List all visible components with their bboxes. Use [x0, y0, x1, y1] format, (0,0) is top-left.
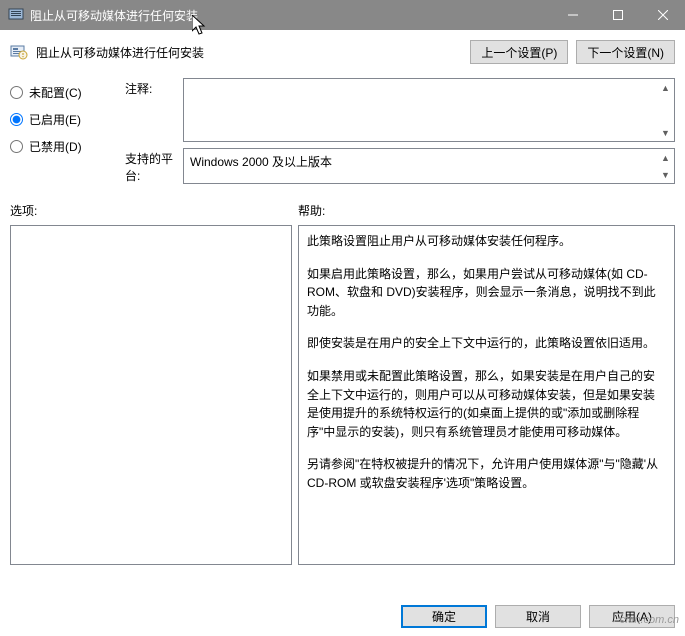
right-column: 注释: ▲ ▼ 支持的平台: Windows 2000 及以上版本 ▲ ▼: [125, 74, 675, 184]
minimize-button[interactable]: [550, 0, 595, 30]
help-label: 帮助:: [298, 202, 325, 219]
supported-value: Windows 2000 及以上版本: [190, 155, 332, 169]
prev-setting-button[interactable]: 上一个设置(P): [470, 40, 568, 64]
mid-labels: 选项: 帮助:: [0, 184, 685, 223]
help-p4: 如果禁用或未配置此策略设置，那么，如果安装是在用户自己的安全上下文中运行的，则用…: [307, 367, 666, 441]
help-p2: 如果启用此策略设置，那么，如果用户尝试从可移动媒体(如 CD-ROM、软盘和 D…: [307, 265, 666, 321]
cancel-button[interactable]: 取消: [495, 605, 581, 628]
options-label: 选项:: [10, 202, 298, 219]
supported-row: 支持的平台: Windows 2000 及以上版本 ▲ ▼: [125, 148, 675, 184]
help-pane[interactable]: 此策略设置阻止用户从可移动媒体安装任何程序。 如果启用此策略设置，那么，如果用户…: [298, 225, 675, 565]
policy-icon: [10, 43, 28, 61]
supported-value-box: Windows 2000 及以上版本 ▲ ▼: [183, 148, 675, 184]
help-p3: 即使安装是在用户的安全上下文中运行的，此策略设置依旧适用。: [307, 334, 666, 353]
policy-name: 阻止从可移动媒体进行任何安装: [36, 44, 470, 61]
window-title: 阻止从可移动媒体进行任何安装: [30, 7, 550, 24]
radio-disabled[interactable]: 已禁用(D): [10, 138, 125, 155]
next-setting-button[interactable]: 下一个设置(N): [576, 40, 675, 64]
scroll-up-icon[interactable]: ▲: [657, 149, 674, 166]
radio-not-configured-label: 未配置(C): [29, 84, 82, 101]
radio-not-configured-input[interactable]: [10, 86, 23, 99]
app-icon: [8, 7, 24, 23]
help-p5: 另请参阅"在特权被提升的情况下，允许用户使用媒体源"与"隐藏'从 CD-ROM …: [307, 455, 666, 492]
upper-section: 未配置(C) 已启用(E) 已禁用(D) 注释: ▲ ▼ 支持的平台:: [0, 68, 685, 184]
header-row: 阻止从可移动媒体进行任何安装 上一个设置(P) 下一个设置(N): [0, 30, 685, 68]
window-controls: [550, 0, 685, 30]
radio-disabled-label: 已禁用(D): [29, 138, 82, 155]
comment-row: 注释: ▲ ▼: [125, 78, 675, 142]
help-p1: 此策略设置阻止用户从可移动媒体安装任何程序。: [307, 232, 666, 251]
radio-enabled-label: 已启用(E): [29, 111, 81, 128]
scroll-up-icon[interactable]: ▲: [657, 79, 674, 96]
radio-enabled[interactable]: 已启用(E): [10, 111, 125, 128]
nav-buttons: 上一个设置(P) 下一个设置(N): [470, 40, 675, 64]
radio-not-configured[interactable]: 未配置(C): [10, 84, 125, 101]
panes: 此策略设置阻止用户从可移动媒体安装任何程序。 如果启用此策略设置，那么，如果用户…: [0, 223, 685, 565]
scroll-down-icon[interactable]: ▼: [657, 124, 674, 141]
ok-button[interactable]: 确定: [401, 605, 487, 628]
apply-button[interactable]: 应用(A): [589, 605, 675, 628]
radio-disabled-input[interactable]: [10, 140, 23, 153]
state-radios: 未配置(C) 已启用(E) 已禁用(D): [10, 74, 125, 184]
comment-input[interactable]: ▲ ▼: [183, 78, 675, 142]
supported-label: 支持的平台:: [125, 148, 183, 184]
radio-enabled-input[interactable]: [10, 113, 23, 126]
close-button[interactable]: [640, 0, 685, 30]
options-pane[interactable]: [10, 225, 292, 565]
scroll-down-icon[interactable]: ▼: [657, 166, 674, 183]
bottom-bar: 确定 取消 应用(A): [0, 597, 685, 636]
content-area: 阻止从可移动媒体进行任何安装 上一个设置(P) 下一个设置(N) 未配置(C) …: [0, 30, 685, 636]
titlebar[interactable]: 阻止从可移动媒体进行任何安装: [0, 0, 685, 30]
maximize-button[interactable]: [595, 0, 640, 30]
comment-label: 注释:: [125, 78, 183, 142]
